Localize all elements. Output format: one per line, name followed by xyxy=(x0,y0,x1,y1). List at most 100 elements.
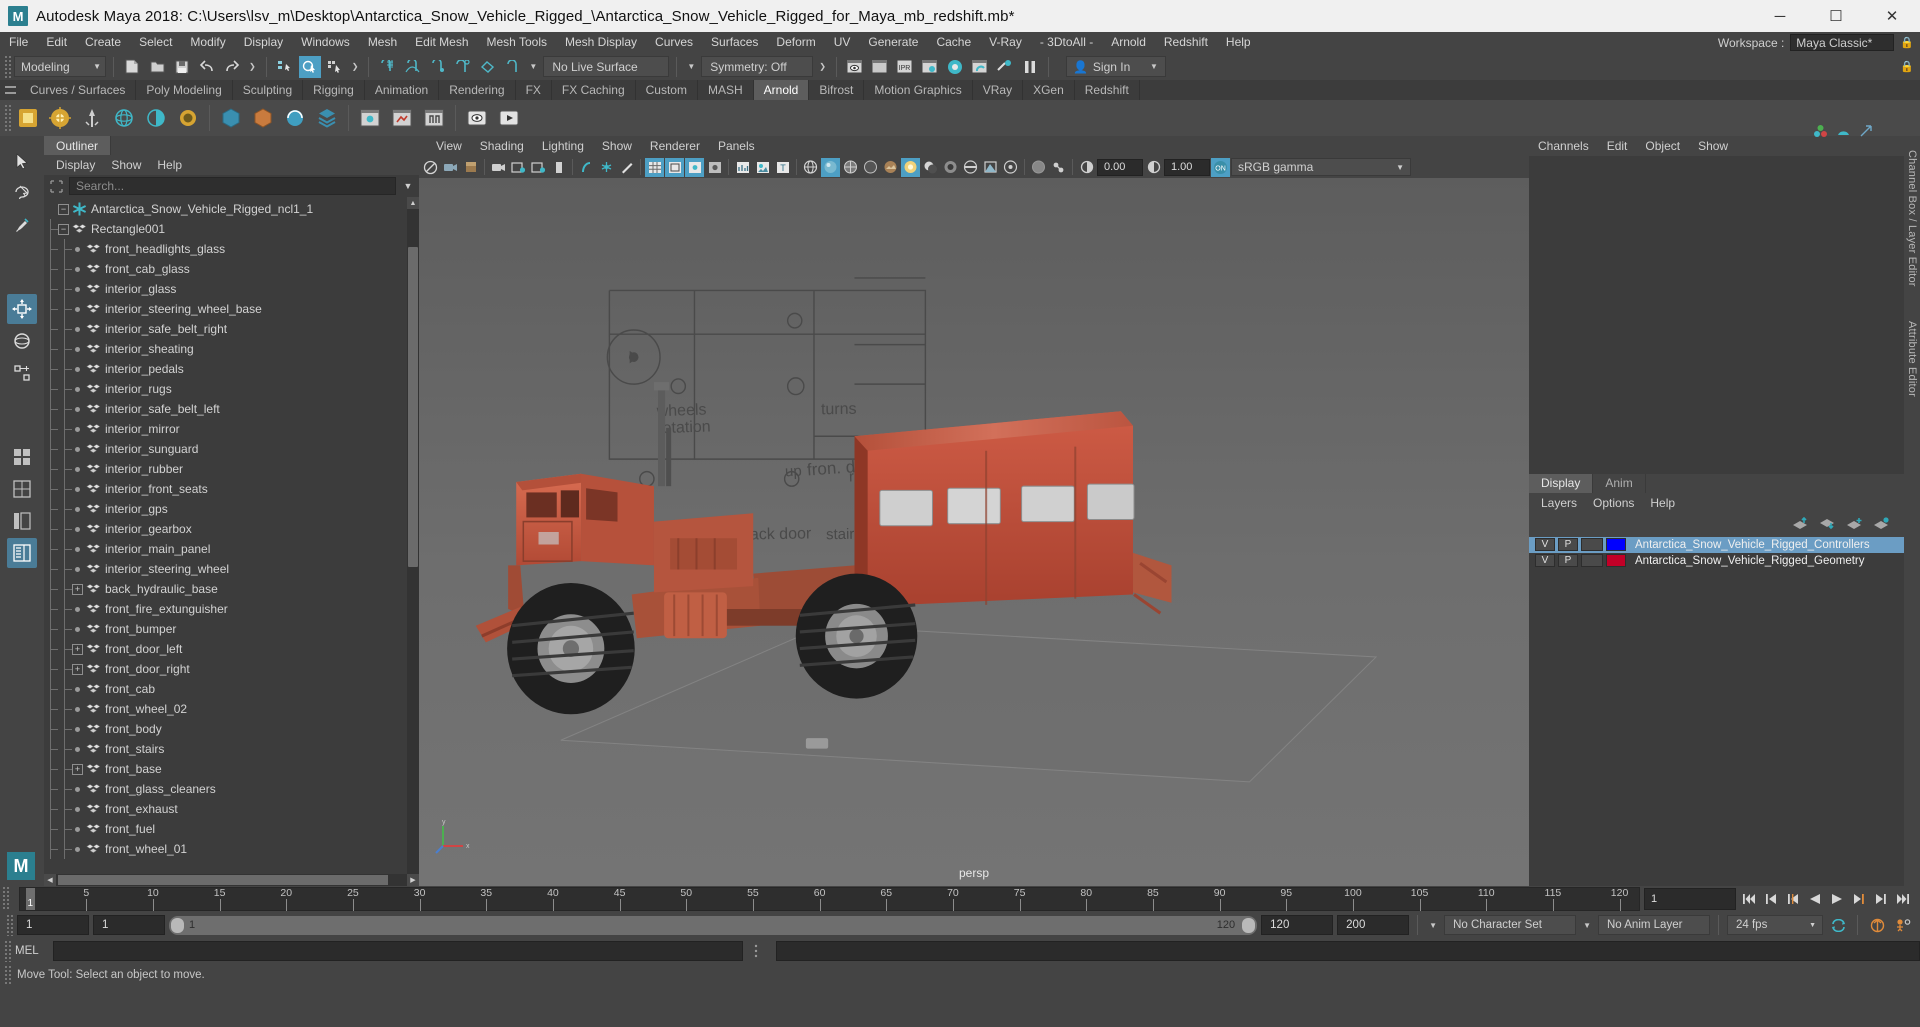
auto-keyframe-toggle-icon[interactable] xyxy=(1866,914,1888,936)
character-set-dropdown[interactable]: No Character Set xyxy=(1444,915,1577,935)
tree-expand-toggle[interactable]: + xyxy=(72,583,83,595)
layer-visibility-toggle[interactable]: V xyxy=(1535,554,1555,567)
anim-layer-chevron-icon[interactable]: ▼ xyxy=(1580,921,1594,930)
menu-surfaces[interactable]: Surfaces xyxy=(702,32,767,53)
two-d-pan-zoom-icon[interactable] xyxy=(509,158,528,177)
channelbox-menu-edit[interactable]: Edit xyxy=(1598,136,1637,156)
outliner-horizontal-scrollbar[interactable]: ◀ ▶ xyxy=(44,874,419,886)
move-layer-down-icon[interactable] xyxy=(1819,517,1836,533)
menu-edit[interactable]: Edit xyxy=(37,32,76,53)
close-button[interactable]: ✕ xyxy=(1864,0,1920,32)
menu-help[interactable]: Help xyxy=(1217,32,1260,53)
hud-object-details-icon[interactable] xyxy=(753,158,772,177)
outliner-item[interactable]: interior_mirror xyxy=(44,419,407,439)
viewport-3d[interactable]: wheels rotationturnsfron. dooruprightbac… xyxy=(419,178,1529,886)
layer-display-type-toggle[interactable] xyxy=(1581,538,1603,551)
viewport-menu-show[interactable]: Show xyxy=(593,136,641,156)
shelf-tab-fx-caching[interactable]: FX Caching xyxy=(551,80,636,100)
grid-toggle-icon[interactable] xyxy=(645,157,664,177)
shelf-tab-rigging[interactable]: Rigging xyxy=(303,80,365,100)
command-history-icon[interactable] xyxy=(743,942,769,960)
arnold-sphere-light-icon[interactable] xyxy=(109,103,139,133)
arnold-scene-source-icon[interactable] xyxy=(312,103,342,133)
render-current-frame-icon[interactable] xyxy=(844,56,866,78)
menu-curves[interactable]: Curves xyxy=(646,32,702,53)
arnold-standin-icon[interactable] xyxy=(216,103,246,133)
lock-icon[interactable]: 🔒 xyxy=(1896,56,1918,78)
shelf-tab-arnold[interactable]: Arnold xyxy=(753,80,810,100)
shelf-tab-redshift[interactable]: Redshift xyxy=(1074,80,1140,100)
workspace-lock-icon[interactable]: 🔒 xyxy=(1900,36,1914,49)
outliner-item[interactable]: + front_door_left xyxy=(44,639,407,659)
step-forward-keyframe-button[interactable] xyxy=(1872,889,1890,909)
hypershade-icon[interactable] xyxy=(944,56,966,78)
single-perspective-layout-icon[interactable] xyxy=(7,474,37,504)
playback-start-time-field[interactable]: 1 xyxy=(93,915,165,935)
statusline-grip[interactable] xyxy=(4,55,11,78)
commandline-grip[interactable] xyxy=(4,940,11,962)
playback-speed-dropdown[interactable]: 24 fps xyxy=(1727,915,1823,935)
persp-outliner-layout-icon[interactable] xyxy=(7,538,37,568)
resolution-gate-icon[interactable] xyxy=(685,157,704,177)
outliner-item[interactable]: interior_pedals xyxy=(44,359,407,379)
outliner-item[interactable]: − Antarctica_Snow_Vehicle_Rigged_ncl1_1 xyxy=(44,199,407,219)
menu-windows[interactable]: Windows xyxy=(292,32,359,53)
go-to-start-button[interactable] xyxy=(1740,889,1758,909)
chevron-down-icon[interactable]: ▼ xyxy=(684,62,698,71)
move-layer-up-icon[interactable] xyxy=(1792,516,1809,533)
arnold-mesh-light-icon[interactable] xyxy=(77,103,107,133)
snapshot-icon[interactable] xyxy=(617,158,636,177)
layer-row[interactable]: V P Antarctica_Snow_Vehicle_Rigged_Control… xyxy=(1529,536,1904,553)
menu-deform[interactable]: Deform xyxy=(767,32,824,53)
outliner-item[interactable]: interior_steering_wheel_base xyxy=(44,299,407,319)
channelbox-menu-object[interactable]: Object xyxy=(1636,136,1689,156)
maximize-button[interactable]: ☐ xyxy=(1808,0,1864,32)
command-input-field[interactable] xyxy=(53,941,743,961)
outliner-item[interactable]: interior_gps xyxy=(44,499,407,519)
tree-expand-toggle[interactable]: + xyxy=(72,763,83,775)
render-setup-icon[interactable] xyxy=(994,56,1016,78)
outliner-item[interactable]: front_headlights_glass xyxy=(44,239,407,259)
channelbox-menu-show[interactable]: Show xyxy=(1689,136,1737,156)
depth-of-field-icon[interactable] xyxy=(1001,158,1020,177)
timeslider-grip[interactable] xyxy=(2,886,9,910)
layer-color-swatch[interactable] xyxy=(1606,554,1626,567)
show-tool-settings-icon[interactable] xyxy=(1836,124,1851,141)
viewport-menu-shading[interactable]: Shading xyxy=(471,136,533,156)
rotate-tool-icon[interactable] xyxy=(7,326,37,356)
field-chart-icon[interactable] xyxy=(705,158,724,177)
layer-visibility-toggle[interactable]: V xyxy=(1535,538,1555,551)
xray-icon[interactable] xyxy=(1029,158,1048,177)
tree-collapse-toggle[interactable]: − xyxy=(58,223,69,235)
outliner-menu-show[interactable]: Show xyxy=(103,155,149,175)
use-all-lights-icon[interactable] xyxy=(901,157,920,177)
menu-mesh-tools[interactable]: Mesh Tools xyxy=(478,32,556,53)
rangebar-grip[interactable] xyxy=(6,914,13,936)
outliner-item[interactable]: interior_safe_belt_right xyxy=(44,319,407,339)
outliner-item[interactable]: front_body xyxy=(44,719,407,739)
layer-playback-toggle[interactable]: P xyxy=(1558,538,1578,551)
collapse-handle[interactable]: ❯ xyxy=(349,62,362,71)
shelf-tab-animation[interactable]: Animation xyxy=(364,80,440,100)
paint-select-tool-icon[interactable] xyxy=(7,210,37,240)
scale-tool-icon[interactable] xyxy=(7,358,37,388)
menu-modify[interactable]: Modify xyxy=(181,32,234,53)
menu-edit-mesh[interactable]: Edit Mesh xyxy=(406,32,477,53)
channelbox-body[interactable] xyxy=(1529,156,1904,474)
shelf-tab-poly-modeling[interactable]: Poly Modeling xyxy=(136,80,233,100)
arnold-render-view-icon[interactable] xyxy=(355,103,385,133)
channel-box-side-label[interactable]: Channel Box / Layer Editor xyxy=(1906,150,1918,287)
attribute-editor-side-label[interactable]: Attribute Editor xyxy=(1906,321,1918,397)
animation-start-time-field[interactable]: 1 xyxy=(17,915,89,935)
layer-tab-display[interactable]: Display xyxy=(1529,473,1594,493)
show-channel-box-icon[interactable] xyxy=(1859,124,1874,141)
arnold-procedural-icon[interactable] xyxy=(280,103,310,133)
chevron-down-icon[interactable]: ▼ xyxy=(399,181,417,191)
outliner-item[interactable]: + front_base xyxy=(44,759,407,779)
scroll-up-icon[interactable]: ▲ xyxy=(407,197,419,209)
chevron-down-icon[interactable]: ▼ xyxy=(526,62,540,71)
shade-hidden-line-icon[interactable] xyxy=(861,158,880,177)
ipr-render-icon[interactable]: IPR xyxy=(894,56,916,78)
collapse-handle[interactable]: ❯ xyxy=(246,62,259,71)
snap-to-view-plane-icon[interactable] xyxy=(476,56,498,78)
